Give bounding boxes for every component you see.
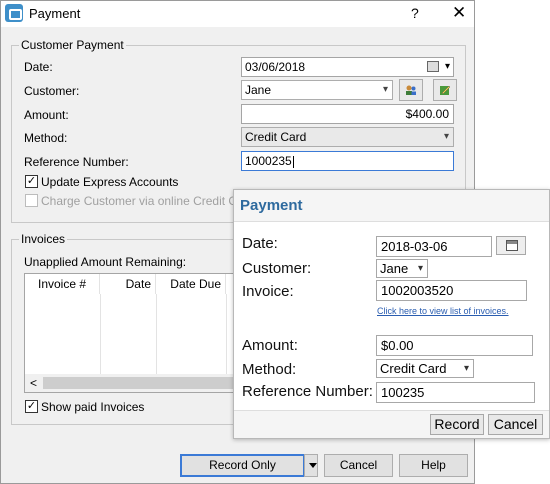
method-value: Credit Card [245,130,307,144]
reference-value: 1000235 [245,154,292,168]
card-customer-value: Jane [380,261,409,276]
reference-number-field[interactable]: 1000235 [241,151,454,171]
record-options-dropdown[interactable] [304,454,318,477]
card-header: Payment [234,190,549,222]
text-caret [292,155,294,168]
view-invoices-link[interactable]: Click here to view list of invoices. [377,306,509,316]
method-combo[interactable]: Credit Card ▾ [241,127,454,147]
card-method-select[interactable]: Credit Card ▾ [376,359,474,378]
edit-customer-button[interactable] [433,79,457,101]
amount-field[interactable]: $400.00 [241,104,454,124]
show-paid-invoices-checkbox[interactable]: ✓ [25,400,38,413]
record-only-button[interactable]: Record Only [180,454,305,477]
date-label: Date: [24,60,53,74]
window-title: Payment [29,6,81,21]
calendar-icon [506,240,518,251]
column-header-invoice[interactable]: Invoice # [25,274,100,294]
payment-app-icon [5,4,23,22]
date-value: 03/06/2018 [245,60,306,74]
card-customer-select[interactable]: Jane ▾ [376,259,428,278]
customer-value: Jane [245,83,272,97]
card-date-field[interactable]: 2018-03-06 [376,236,492,257]
column-divider [156,294,157,374]
date-dropdown-icon[interactable]: ▾ [445,58,450,76]
payment-card: Payment Date: 2018-03-06 Customer: Jane … [233,189,550,439]
card-invoice-label: Invoice: [242,283,294,300]
card-cancel-button[interactable]: Cancel [488,414,543,435]
method-dropdown-icon: ▾ [443,131,449,142]
column-header-date-due[interactable]: Date Due [156,274,226,294]
charge-online-checkbox [25,194,38,207]
update-express-accounts-label: Update Express Accounts [41,175,179,189]
card-record-button[interactable]: Record [430,414,484,435]
column-divider [100,294,101,374]
card-amount-label: Amount: [242,337,298,354]
card-method-label: Method: [242,361,297,378]
record-only-label: Record Only [209,458,276,472]
unapplied-amount-label: Unapplied Amount Remaining: [24,255,187,269]
close-icon[interactable]: ✕ [452,3,466,23]
column-header-date[interactable]: Date [100,274,156,294]
date-field[interactable]: 03/06/2018 ▾ [241,57,454,77]
column-divider [226,294,227,374]
cancel-button[interactable]: Cancel [324,454,393,477]
card-title: Payment [240,197,303,214]
customer-dropdown-icon: ▾ [382,84,388,95]
invoices-group-label: Invoices [19,232,68,246]
calendar-icon[interactable] [427,61,439,72]
chevron-down-icon: ▾ [463,363,469,374]
card-calendar-button[interactable] [496,236,526,255]
card-amount-field[interactable]: $0.00 [376,335,533,356]
card-date-label: Date: [242,235,278,252]
card-footer: Record Cancel [234,410,549,438]
card-invoice-field[interactable]: 1002003520 [376,280,527,301]
card-reference-label: Reference Number: [242,383,373,400]
customer-payment-group-label: Customer Payment [19,38,126,52]
invoices-table[interactable]: Invoice # Date Date Due < [24,273,239,393]
card-customer-label: Customer: [242,260,312,277]
scrollbar-thumb[interactable] [43,377,233,389]
customer-label: Customer: [24,84,80,98]
chevron-down-icon: ▾ [417,263,423,274]
show-paid-invoices-label: Show paid Invoices [41,400,145,414]
customer-combo[interactable]: Jane ▾ [241,80,393,100]
reference-label: Reference Number: [24,155,129,169]
update-express-accounts-checkbox[interactable]: ✓ [25,175,38,188]
card-reference-field[interactable]: 100235 [376,382,535,403]
title-bar: Payment ? ✕ [1,1,474,27]
customer-lookup-icon [406,85,416,95]
method-label: Method: [24,131,68,145]
horizontal-scrollbar[interactable]: < [25,374,238,392]
customer-lookup-button[interactable] [399,79,423,101]
help-title-button[interactable]: ? [411,5,419,21]
edit-icon [440,85,451,95]
card-method-value: Credit Card [380,361,447,376]
amount-value: $400.00 [405,107,449,121]
help-button[interactable]: Help [399,454,468,477]
amount-label: Amount: [24,108,69,122]
scroll-left-icon[interactable]: < [30,376,37,390]
